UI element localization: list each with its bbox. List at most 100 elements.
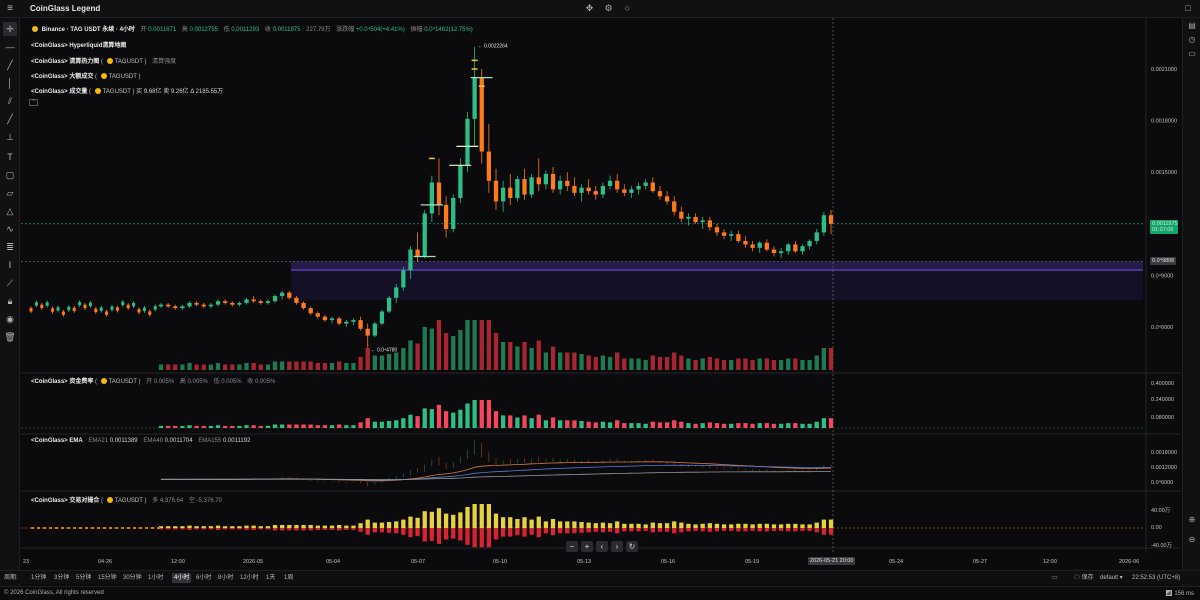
rectangle-icon[interactable]: ▢ [3,168,17,182]
period-0[interactable]: 1分钟 [31,573,46,583]
volume-bar [493,333,499,370]
funding-legend[interactable]: <CoinGlass> 资金费率 ( TAGUSDT ) 开 0.005% 高 … [31,376,275,385]
period-8[interactable]: 8小时 [218,573,233,583]
trade-pair-buy: 多 4,376.64 [152,498,184,504]
crosshair-icon[interactable]: ✛ [3,22,17,36]
measure-icon[interactable]: ⊥ [3,130,17,144]
layout-select[interactable]: default ▾ [1100,573,1123,583]
pair-bar-buy [508,517,513,528]
pair-bar-buy [287,525,292,528]
pair-bar-sell [422,528,427,542]
period-9[interactable]: 12小时 [240,573,259,583]
period-5[interactable]: 1小时 [148,573,163,583]
pair-bar-buy [201,526,206,528]
trend-line-icon[interactable]: ╱ [3,58,17,72]
wave-icon[interactable]: ∿ [3,222,17,236]
low-marker: ← 0.0⁴4780 [371,348,398,354]
volume-bar [693,360,698,370]
vertical-line-icon[interactable]: │ [3,76,17,90]
volume-bar [508,342,513,370]
period-3[interactable]: 15分钟 [98,573,117,583]
settings-icon[interactable]: ⚙ [603,3,614,14]
menu-icon[interactable]: ≡ [4,3,16,15]
indicator-hyperliquid[interactable]: <CoinGlass> Hyperliquid清算地图 [31,40,126,49]
candle-body [56,307,60,311]
pair-bar-buy [344,525,349,528]
cursor-text-icon[interactable]: Ⅰ [3,258,17,272]
period-4[interactable]: 30分钟 [123,573,142,583]
candle-body [329,318,335,321]
period-1[interactable]: 3分钟 [54,573,69,583]
ray-icon[interactable]: ╱ [3,112,17,126]
candle-body [158,304,164,307]
period-6[interactable]: 4小时 [172,573,192,583]
save-button[interactable]: ☁ 保存 [1074,573,1094,583]
indicator-liq-heatmap[interactable]: <CoinGlass> 清算热力图 ( TAGUSDT ) 清算强度 [31,56,176,65]
text-icon[interactable]: T [3,150,17,164]
ruler-icon[interactable]: ⟋ [3,276,17,290]
indicator-large-trades[interactable]: <CoinGlass> 大额成交 ( TAGUSDT ) [31,71,141,80]
indicator-volume[interactable]: <CoinGlass> 成交量 ( TAGUSDT ) 买 9.68亿 卖 9.… [31,86,223,95]
candle-body [215,301,221,305]
parallelogram-icon[interactable]: ▱ [3,186,17,200]
period-11[interactable]: 1周 [284,573,293,583]
pair-bar-sell [800,528,805,531]
pair-bar-sell [472,528,477,548]
pair-bar-buy [572,521,577,528]
zoom-out-icon[interactable]: ⊖ [1186,534,1198,546]
funding-bar [301,424,306,428]
horizontal-line-icon[interactable]: — [3,40,17,54]
pair-bar-buy [465,507,470,528]
pair-bar-buy [379,522,385,528]
pair-bar-sell [828,528,834,535]
pair-bar-buy [565,521,570,528]
trash-icon[interactable]: 🗑︎ [3,330,17,344]
lock-icon[interactable]: 🔒︎ [3,294,17,308]
triangle-icon[interactable]: △ [3,204,17,218]
candle-body [265,301,271,303]
chat-icon[interactable]: ▭ [1186,48,1198,60]
zoom-out-button[interactable]: − [566,541,578,552]
zoom-in-icon[interactable]: ⊕ [1186,514,1198,526]
chart-canvas[interactable]: 0.0021000 0.0018000 0.0015000 0.0012000 0.0⁴… [21,18,1181,568]
open-label: 开 [140,27,147,33]
volume-bar [515,346,520,370]
fullscreen-icon[interactable]: ▭ [1052,573,1058,583]
funding-bar [565,420,570,428]
chart-area[interactable]: 0.0021000 0.0018000 0.0015000 0.0012000 0.0⁴… [21,18,1181,568]
scroll-left-button[interactable]: ‹ [596,541,608,552]
pair-bar-sell [294,528,299,531]
candle-body [230,302,235,305]
search-icon[interactable]: ○ [622,3,633,14]
pair-bar-sell [173,528,178,530]
scroll-right-button[interactable]: › [611,541,623,552]
pair-bar-buy [743,523,748,528]
pair-bar-buy [629,523,634,528]
period-2[interactable]: 5分钟 [76,573,91,583]
funding-bar [401,418,406,428]
fib-icon[interactable]: ≣ [3,240,17,254]
candle-body [629,189,634,193]
funding-bar [408,414,413,428]
zoom-in-button[interactable]: + [581,541,593,552]
window-icon[interactable]: □ [1182,3,1194,15]
ema-legend[interactable]: <CoinGlass> EMA EMA21 0.0011389 EMA49 0.… [31,438,250,444]
watchlist-icon[interactable]: ▤ [1186,20,1198,32]
collapse-legend-button[interactable]: ^ [29,99,38,106]
trade-pair-legend[interactable]: <CoinGlass> 交易对撮合 ( TAGUSDT ) 多 4,376.64… [31,495,222,504]
pair-bar-sell [536,528,541,538]
funding-bar [158,425,164,428]
pair-bar-buy [821,519,827,528]
pair-tick-label: 40.00万 [1151,507,1171,514]
period-10[interactable]: 1天 [266,573,275,583]
move-icon[interactable]: ✥ [584,3,595,14]
period-7[interactable]: 6小时 [196,573,211,583]
reset-chart-button[interactable]: ↻ [626,541,638,552]
volume-bar [451,336,456,370]
funding-bar [365,418,370,428]
eye-icon[interactable]: ◉ [3,312,17,326]
clock-icon[interactable]: ◷ [1186,34,1198,46]
parallel-channel-icon[interactable]: ⫽ [3,94,17,108]
candle-body [757,242,762,248]
funding-bar [736,423,741,428]
